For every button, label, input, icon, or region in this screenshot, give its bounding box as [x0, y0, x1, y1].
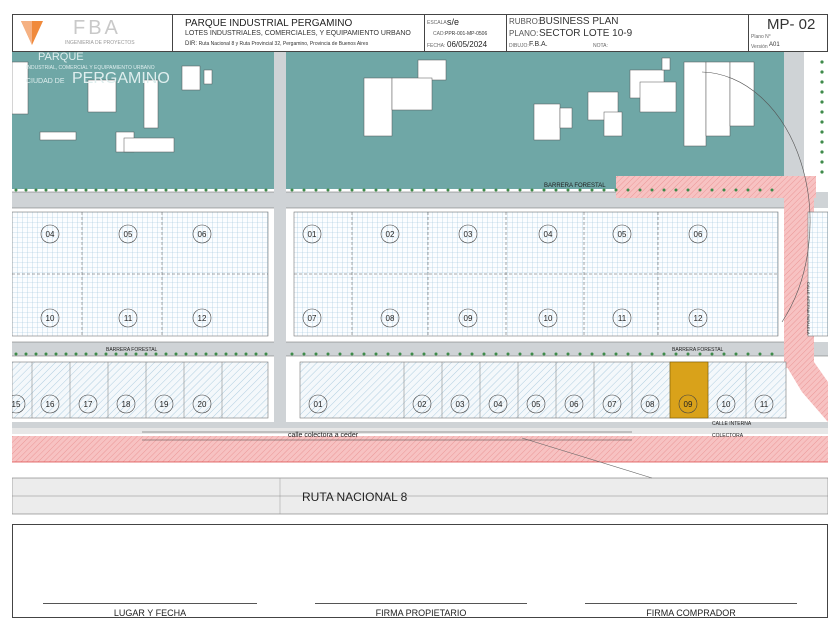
lot-number-label: 19 [160, 400, 169, 409]
lot-number-label: 11 [760, 400, 769, 409]
internal-street-band [12, 428, 828, 434]
plano-number-label: Plano N° [751, 34, 771, 40]
junction-zone [784, 362, 828, 422]
dibujo-label: DIBUJO: [509, 43, 529, 49]
signature-label-propietario: FIRMA PROPIETARIO [375, 608, 467, 618]
park-wordmark-4: PERGAMINO [72, 70, 170, 87]
rubro-value: BUSINESS PLAN [539, 16, 619, 27]
fecha-label: FECHA: [427, 43, 446, 49]
title-block: FBA INGENIERIA DE PROYECTOS PARQUE INDUS… [12, 14, 828, 52]
label-barrier-top: BARRERA FORESTAL [544, 183, 606, 189]
lot-number-label: 10 [722, 400, 731, 409]
lot-number-label: 12 [198, 314, 207, 323]
lot-number-label: 08 [386, 314, 395, 323]
lot-number-label: 17 [84, 400, 93, 409]
project-cell: PARQUE INDUSTRIAL PERGAMINO LOTES INDUST… [173, 15, 425, 51]
lot-number-label: 01 [314, 400, 323, 409]
fecha-value: 06/05/2024 [447, 40, 488, 49]
lot-number-label: 07 [608, 400, 617, 409]
lot-number-label: 18 [122, 400, 131, 409]
lot-number-label: 09 [684, 400, 693, 409]
plan-number-cell: MP- 02 Plano N° Versión A01 [749, 15, 827, 51]
label-ruta-nacional: RUTA NACIONAL 8 [302, 490, 408, 504]
lot-number-label: 05 [532, 400, 541, 409]
park-wordmark-3: CIUDAD DE [26, 78, 65, 85]
site-plan-map: PARQUE INDUSTRIAL, COMERCIAL Y EQUIPAMIE… [12, 52, 828, 515]
forest-barrier-zone [616, 176, 816, 198]
nota-label: NOTA: [593, 43, 608, 49]
label-barrier-mid-right: BARRERA FORESTAL [672, 347, 724, 353]
scale-cell: ESCALA: s/e CAD: PPR-001-MP-0506 FECHA: … [425, 15, 507, 51]
signature-label-lugar: LUGAR Y FECHA [113, 608, 187, 618]
plan-number: MP- 02 [767, 16, 816, 33]
label-colectora: COLECTORA [712, 433, 744, 439]
lot-number-label: 04 [46, 230, 55, 239]
version-value: A01 [769, 42, 780, 48]
dir-label: DIR: [185, 41, 197, 47]
label-calle-colectora: calle colectora a ceder [288, 432, 359, 439]
lot-number-label: 02 [418, 400, 427, 409]
dir-value: Ruta Nacional 8 y Ruta Provincial 32, Pe… [198, 41, 369, 47]
lot-number-label: 11 [124, 314, 133, 323]
lot-number-label: 11 [618, 314, 627, 323]
signature-line-lugar [43, 603, 257, 604]
lot-number-label: 02 [386, 230, 395, 239]
lot-number-label: 05 [124, 230, 133, 239]
lot-number-label: 07 [308, 314, 317, 323]
plan-info-cell: RUBRO: BUSINESS PLAN PLANO: SECTOR LOTE … [507, 15, 749, 51]
lot-block-c-west [12, 361, 269, 419]
lot-number-label: 04 [494, 400, 503, 409]
plano-value: SECTOR LOTE 10-9 [539, 28, 633, 39]
signature-line-propietario [315, 603, 527, 604]
label-calle-interna-paralela: CALLE INTERNA PARALELA [806, 282, 811, 335]
project-title: PARQUE INDUSTRIAL PERGAMINO [185, 18, 353, 29]
project-subtitle: LOTES INDUSTRIALES, COMERCIALES, Y EQUIP… [185, 30, 411, 37]
label-calle-interna: CALLE INTERNA [712, 421, 752, 427]
dibujo-value: F.B.A. [529, 41, 548, 48]
lot-number-label: 16 [46, 400, 55, 409]
cad-label: CAD: [433, 31, 445, 37]
escala-label: ESCALA: [427, 20, 449, 26]
signature-label-comprador: FIRMA COMPRADOR [646, 608, 736, 618]
lot-number-label: 10 [544, 314, 553, 323]
signature-box: LUGAR Y FECHA FIRMA PROPIETARIO FIRMA CO… [12, 524, 828, 618]
logo-text: FBA [73, 17, 121, 39]
version-label: Versión [751, 44, 768, 50]
lot-number-label: 03 [464, 230, 473, 239]
lot-number-label: 05 [618, 230, 627, 239]
park-wordmark-1: PARQUE [38, 52, 84, 63]
lot-number-label: 10 [46, 314, 55, 323]
highlighted-lot-10-9[interactable] [669, 361, 709, 419]
lot-number-label: 06 [570, 400, 579, 409]
logo-cell: FBA INGENIERIA DE PROYECTOS [13, 15, 173, 51]
lot-number-label: 12 [694, 314, 703, 323]
company-logo-icon [21, 21, 43, 45]
lot-number-label: 01 [308, 230, 317, 239]
plano-label: PLANO: [509, 29, 539, 38]
logo-subtitle: INGENIERIA DE PROYECTOS [65, 40, 135, 46]
cad-value: PPR-001-MP-0506 [445, 31, 488, 37]
lot-number-label: 20 [198, 400, 207, 409]
signature-line-comprador [585, 603, 797, 604]
escala-value: s/e [447, 17, 460, 27]
rubro-label: RUBRO: [509, 17, 541, 26]
label-barrier-mid-left: BARRERA FORESTAL [106, 347, 158, 353]
lot-number-label: 08 [646, 400, 655, 409]
lot-number-label: 03 [456, 400, 465, 409]
lot-number-label: 06 [694, 230, 703, 239]
lot-number-label: 09 [464, 314, 473, 323]
lot-number-label: 15 [12, 400, 21, 409]
lot-number-label: 06 [198, 230, 207, 239]
lot-number-label: 04 [544, 230, 553, 239]
